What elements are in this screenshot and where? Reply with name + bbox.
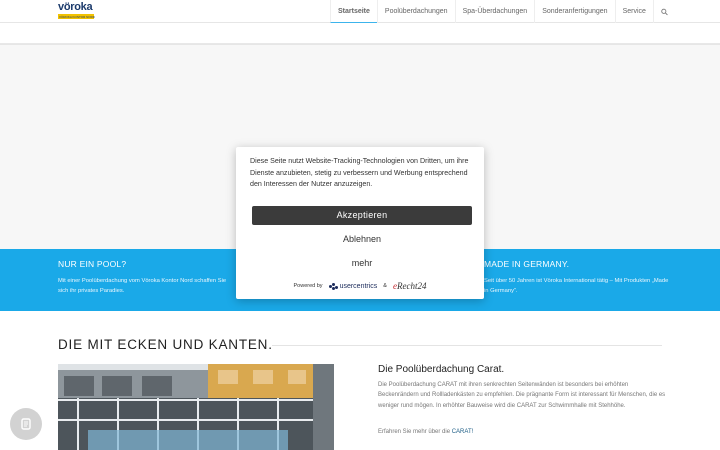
logo-text: vöroka [58,1,93,13]
powered-amp: & [383,283,387,289]
sub-header-bar [0,23,720,44]
section-heading: DIE MIT ECKEN UND KANTEN. [58,337,273,352]
search-icon [661,8,668,15]
product-title: Die Poolüberdachung Carat. [378,364,505,375]
usercentrics-dots-icon [328,282,338,290]
nav-item-spa-ueberdachungen[interactable]: Spa-Überdachungen [454,0,535,23]
site-logo[interactable]: vöroka VÖROKA KONTOR NORD [58,1,95,20]
erecht24-logo[interactable]: eRecht24 [393,281,427,291]
powered-by-label: Powered by [293,283,323,289]
nav-item-sonderanfertigungen[interactable]: Sonderanfertigungen [534,0,614,23]
erecht24-name: Recht24 [396,281,427,291]
privacy-settings-button[interactable] [10,408,42,440]
accept-button[interactable]: Akzeptieren [252,206,472,225]
product-more-prefix: Erfahren Sie mehr über die [378,429,452,435]
usercentrics-logo[interactable]: usercentrics [328,282,378,290]
feature-column-made-in-germany: MADE IN GERMANY. Seit über 50 Jahren ist… [484,259,674,296]
nav-item-startseite[interactable]: Startseite [330,0,377,23]
feature-title-made-in-germany: MADE IN GERMANY. [484,259,570,269]
cookie-consent-dialog: Diese Seite nutzt Website-Tracking-Techn… [236,147,484,299]
feature-text-made-in-germany: Seit über 50 Jahren ist Vöroka Internati… [484,278,669,294]
nav-item-poolueberdachungen[interactable]: Poolüberdachungen [376,0,455,23]
feature-title-pool: NUR EIN POOL? [58,259,127,269]
product-more-line: Erfahren Sie mehr über die CARAT! [378,429,473,435]
product-photo-carat[interactable] [58,364,334,450]
usercentrics-text: usercentrics [339,282,378,290]
logo-subtitle: VÖROKA KONTOR NORD [59,14,95,19]
deny-button[interactable]: Ablehnen [252,231,472,248]
consent-powered-by: Powered by usercentrics & eRecht24 [236,278,484,294]
section-divider [272,345,662,346]
fingerprint-icon [21,418,31,430]
product-description: Die Poolüberdachung CARAT mit ihren senk… [378,382,666,409]
feature-column-pool: NUR EIN POOL? Mit einer Poolüberdachung … [58,259,233,296]
main-nav: Startseite Poolüberdachungen Spa-Überdac… [330,0,675,23]
consent-message: Diese Seite nutzt Website-Tracking-Techn… [250,157,469,189]
pool-enclosure-image [58,364,334,450]
nav-item-service[interactable]: Service [614,0,653,23]
feature-text-pool: Mit einer Poolüberdachung vom Vöroka Kon… [58,278,227,294]
more-button[interactable]: mehr [252,255,472,272]
nav-search-button[interactable] [652,0,675,23]
product-more-link[interactable]: CARAT! [452,429,474,435]
site-header: vöroka VÖROKA KONTOR NORD Startseite Poo… [0,0,720,23]
